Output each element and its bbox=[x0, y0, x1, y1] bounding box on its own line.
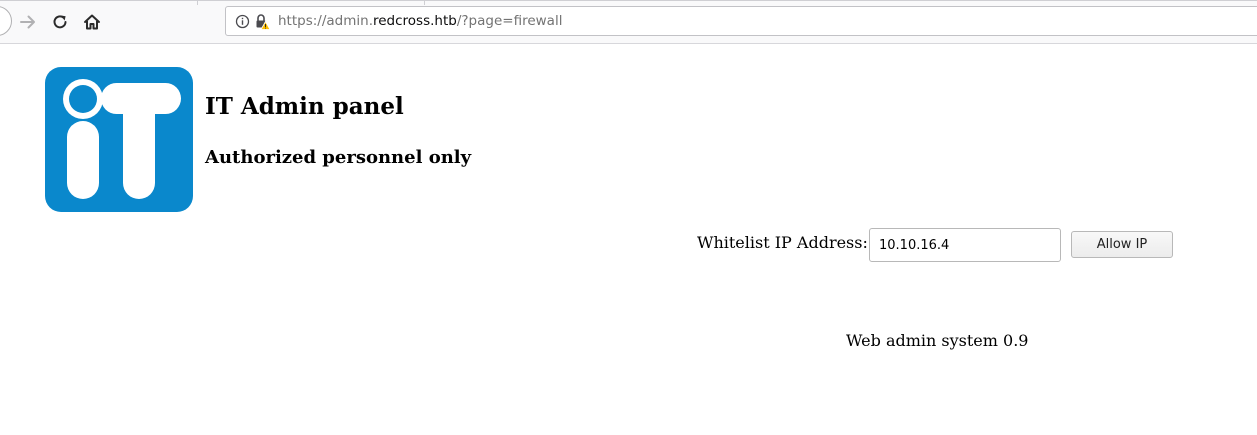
whitelist-ip-label: Whitelist IP Address: bbox=[697, 233, 868, 252]
insecure-lock-icon[interactable] bbox=[254, 13, 270, 30]
tab-separator bbox=[424, 0, 425, 5]
url-scheme: https://admin. bbox=[278, 13, 373, 29]
allow-ip-button[interactable]: Allow IP bbox=[1071, 231, 1173, 258]
reload-button[interactable] bbox=[46, 8, 74, 36]
url-host: redcross.htb bbox=[372, 13, 457, 29]
browser-toolbar: https://admin.redcross.htb/?page=firewal… bbox=[0, 0, 1257, 44]
forward-arrow-icon bbox=[20, 15, 35, 29]
url-bar[interactable]: https://admin.redcross.htb/?page=firewal… bbox=[225, 6, 1257, 36]
tab-separator bbox=[197, 0, 198, 5]
back-button[interactable] bbox=[0, 6, 12, 36]
page-title: IT Admin panel bbox=[205, 93, 404, 120]
page-subtitle: Authorized personnel only bbox=[205, 147, 472, 168]
reload-icon bbox=[53, 15, 67, 29]
tab-strip-edge bbox=[0, 0, 1257, 1]
url-path: /?page=firewall bbox=[456, 13, 563, 29]
whitelist-ip-input[interactable] bbox=[869, 228, 1061, 262]
info-icon[interactable] bbox=[235, 14, 250, 29]
home-icon bbox=[84, 14, 100, 30]
home-button[interactable] bbox=[78, 8, 106, 36]
footer-version: Web admin system 0.9 bbox=[846, 331, 1029, 350]
it-logo bbox=[45, 67, 193, 212]
forward-button[interactable] bbox=[14, 8, 42, 36]
url-text[interactable]: https://admin.redcross.htb/?page=firewal… bbox=[278, 13, 562, 29]
